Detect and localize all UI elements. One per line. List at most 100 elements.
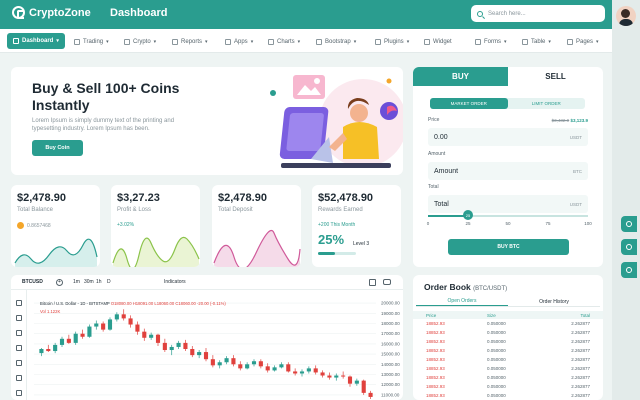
table-icon <box>522 38 528 45</box>
candle <box>251 359 257 367</box>
symbol-selector[interactable]: BTCUSD <box>22 279 43 285</box>
compare-add-icon[interactable]: + <box>56 278 63 286</box>
chevron-down-icon: ▾ <box>56 38 59 44</box>
candle <box>107 317 113 331</box>
chart-volume: Vol 1.122K <box>40 309 61 314</box>
timeframe-1m[interactable]: 1m <box>73 279 80 285</box>
candle <box>203 347 209 362</box>
indicators-button[interactable]: Indicators <box>164 279 186 285</box>
candle <box>217 360 222 369</box>
menu-item-forms[interactable]: Forms ▾ <box>475 35 507 48</box>
menu-item-trading[interactable]: Trading ▾ <box>74 35 109 48</box>
order-row[interactable]: 18852.93 0.050000 2.262877 <box>413 374 603 383</box>
candlestick-chart[interactable]: 20000.00 19000.00 18000.00 17000.00 16000.00… <box>28 290 403 400</box>
price-label: Price <box>428 117 440 123</box>
ruler-icon[interactable] <box>16 390 22 396</box>
slider-handle[interactable]: 25 <box>463 210 473 220</box>
order-row[interactable]: 18852.93 0.050000 2.262877 <box>413 365 603 374</box>
order-size: 0.050000 <box>487 321 506 326</box>
menu-item-pages[interactable]: Pages ▾ <box>567 35 599 48</box>
order-size: 0.050000 <box>487 330 506 335</box>
trendline-icon[interactable] <box>16 315 22 321</box>
legend-ohlc: O18080.00 H18091.00 L18060.00 C18060.00 … <box>110 301 226 306</box>
chevron-down-icon: ▾ <box>106 38 109 45</box>
menu-item-bootstrap[interactable]: Bootstrap ▾ <box>316 35 356 48</box>
expand-icon[interactable] <box>369 278 376 286</box>
tab-sell[interactable]: SELL <box>508 67 603 86</box>
right-rail <box>612 0 640 400</box>
order-size: 0.050000 <box>487 375 506 380</box>
order-row[interactable]: 18852.93 0.050000 2.262877 <box>413 356 603 365</box>
buy-btc-button[interactable]: BUY BTC <box>448 239 569 255</box>
total-field[interactable]: Total USDT <box>428 195 588 213</box>
buy-coin-button[interactable]: Buy Coin <box>32 140 83 156</box>
stat-sub: +200 This Month <box>318 222 356 228</box>
candle-body <box>286 364 291 372</box>
candle-body <box>334 375 339 378</box>
text-tool-icon[interactable] <box>16 360 22 366</box>
timeframe-d[interactable]: D <box>107 279 111 285</box>
price-field[interactable]: 0.00 USDT <box>428 128 588 146</box>
chevron-down-icon: ▾ <box>596 38 599 45</box>
search-icon <box>477 10 483 17</box>
menu-item-apps[interactable]: Apps ▾ <box>225 35 253 48</box>
timeframe-1h[interactable]: 1h <box>96 279 102 285</box>
candle-body <box>238 364 243 369</box>
rewards-percent: 25% <box>318 232 345 247</box>
order-row[interactable]: 18852.93 0.050000 2.262877 <box>413 338 603 347</box>
candle-body <box>368 392 373 397</box>
candle-body <box>87 326 92 337</box>
tab-buy[interactable]: BUY <box>413 67 508 86</box>
y-tick-label: 19000.00 <box>381 311 400 316</box>
menu-item-plugins[interactable]: Plugins ▾ <box>375 35 409 48</box>
tab-open-orders[interactable]: Open Orders <box>416 297 508 306</box>
menu-item-table[interactable]: Table ▾ <box>522 35 551 48</box>
stat-value: $52,478.90 <box>318 192 374 204</box>
candle-body <box>59 338 65 345</box>
order-row[interactable]: 18852.93 0.050000 2.262877 <box>413 392 603 400</box>
price-value: 0.00 <box>434 133 448 141</box>
candle <box>197 350 202 359</box>
menu-item-reports[interactable]: Reports ▾ <box>172 35 208 48</box>
avatar[interactable] <box>616 6 636 26</box>
order-row[interactable]: 18852.93 0.050000 2.262877 <box>413 320 603 329</box>
candle <box>258 359 263 369</box>
stat-value: $2,478.90 <box>218 192 267 204</box>
limit-order-option[interactable]: LIMIT ORDER <box>508 98 586 109</box>
tab-order-history[interactable]: Order History <box>508 297 600 306</box>
amount-slider[interactable]: 25 0 25 50 75 100 <box>427 210 592 229</box>
search-input[interactable]: Search here... <box>471 5 605 22</box>
search-placeholder: Search here... <box>488 10 526 17</box>
menu-item-charts[interactable]: Charts ▾ <box>268 35 300 48</box>
slider-fill <box>428 215 468 217</box>
brush-icon[interactable] <box>16 345 22 351</box>
candle-body <box>39 349 44 354</box>
menu-label: Plugins <box>384 38 404 45</box>
theme-button[interactable] <box>621 262 637 278</box>
y-tick-label: 12000.00 <box>381 382 400 387</box>
menu-item-dashboard[interactable]: Dashboard ▾ <box>7 33 65 49</box>
old-price: $3,432.0 <box>551 118 570 123</box>
menu-item-crypto[interactable]: Crypto ▾ <box>124 35 156 48</box>
order-row[interactable]: 18852.93 0.050000 2.262877 <box>413 347 603 356</box>
market-order-option[interactable]: MARKET ORDER <box>430 98 508 109</box>
order-total: 2.262877 <box>571 384 590 389</box>
candle-body <box>190 349 195 356</box>
reports-icon <box>172 38 178 45</box>
amount-field[interactable]: Amount BTC <box>428 162 588 180</box>
menu-item-widget[interactable]: Widget <box>424 35 452 48</box>
crosshair-icon[interactable] <box>16 300 22 306</box>
hero-card: Buy & Sell 100+ Coins Instantly Lorem Ip… <box>11 67 403 175</box>
timeframe-30m[interactable]: 30m <box>84 279 94 285</box>
chat-button[interactable] <box>621 239 637 255</box>
camera-icon[interactable] <box>383 279 391 285</box>
order-row[interactable]: 18852.93 0.050000 2.262877 <box>413 383 603 392</box>
pattern-icon[interactable] <box>16 375 22 381</box>
order-row[interactable]: 18852.93 0.050000 2.262877 <box>413 329 603 338</box>
order-price: 18852.93 <box>426 366 445 371</box>
brand-logo[interactable]: CryptoZone <box>12 6 91 19</box>
total-unit: USDT <box>569 201 582 207</box>
candle <box>347 375 353 387</box>
settings-button[interactable] <box>621 216 637 232</box>
fib-icon[interactable] <box>16 330 22 336</box>
